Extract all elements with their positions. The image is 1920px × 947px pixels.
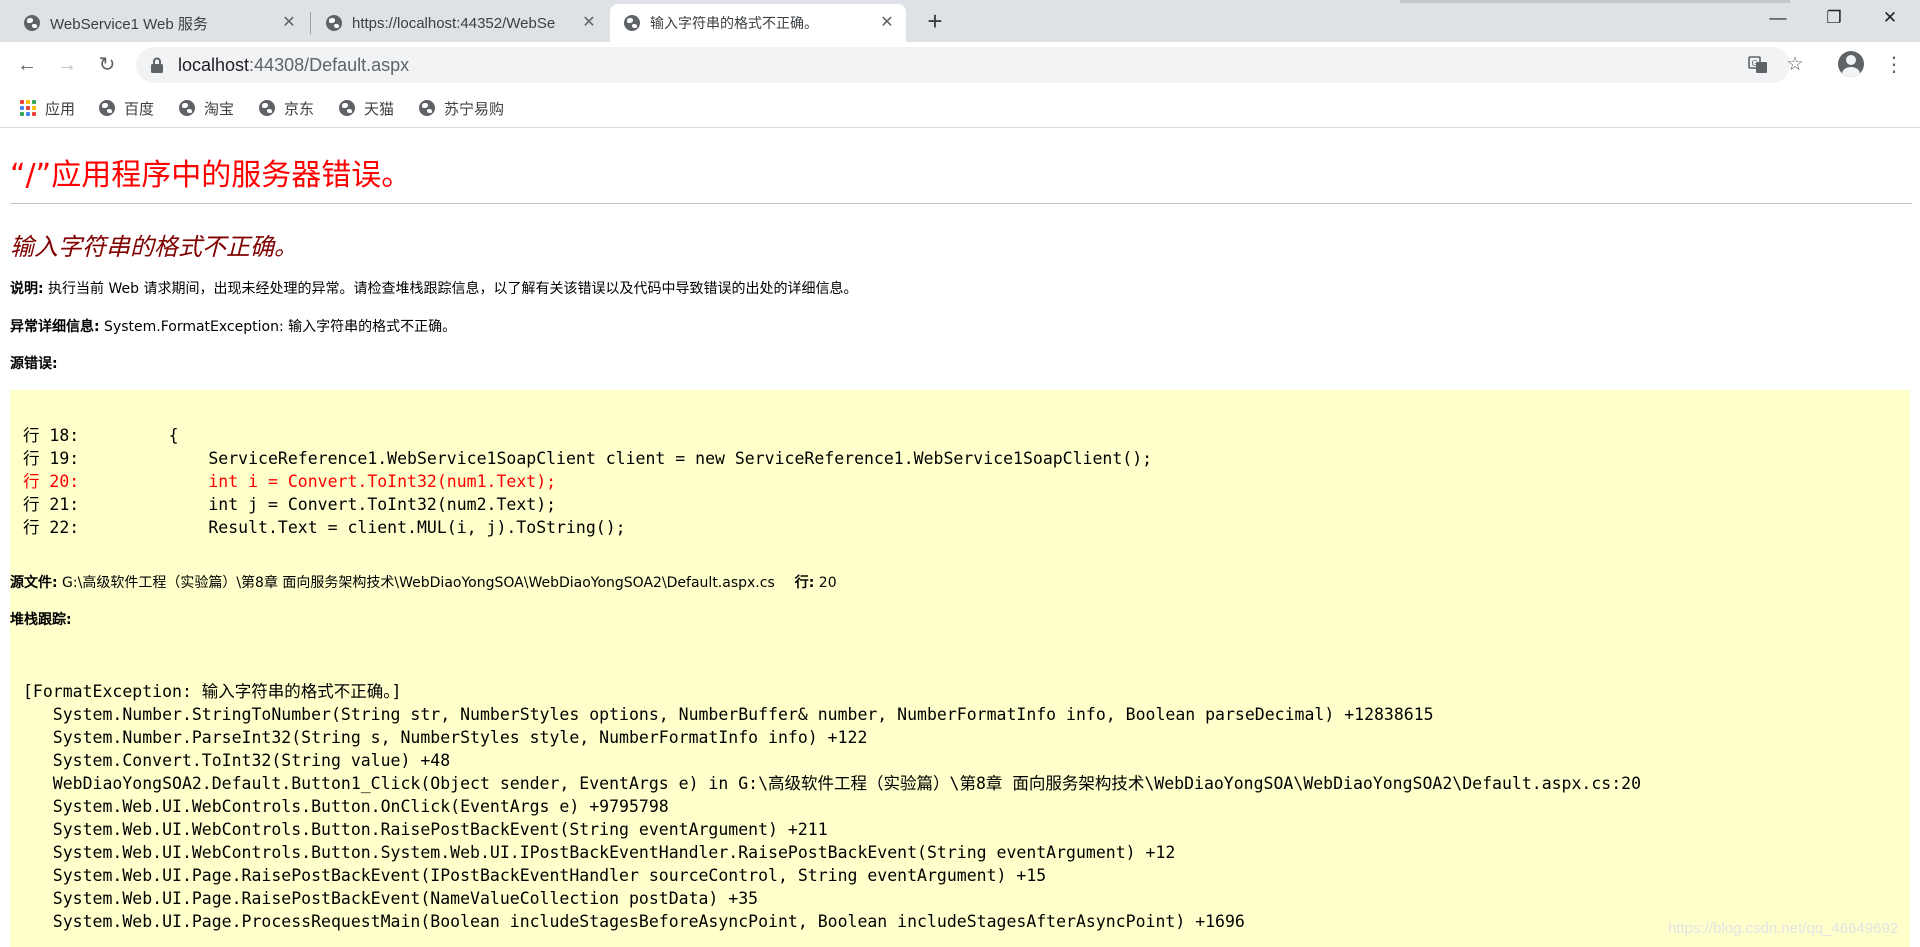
source-error-box: 行 18: { 行 19: ServiceReference1.WebServi… (10, 390, 1910, 680)
stack-trace-heading: 堆栈跟踪: (10, 609, 72, 629)
page-content: “/”应用程序中的服务器错误。 输入字符串的格式不正确。 说明: 执行当前 We… (0, 128, 1920, 947)
title-divider (10, 203, 1912, 204)
watermark: https://blog.csdn.net/qq_46649692 (1668, 920, 1899, 937)
maximize-button[interactable]: ❐ (1806, 0, 1862, 36)
globe-icon (624, 15, 640, 31)
bookmark-label: 应用 (45, 100, 76, 118)
stack-line: System.Web.UI.Page.RaisePostBackEvent(IP… (23, 866, 1047, 885)
stack-line: WebDiaoYongSOA2.Default.Button1_Click(Ob… (23, 774, 1642, 793)
tab-strip: WebService1 Web 服务 ✕ https://localhost:4… (0, 0, 1920, 42)
bookmark-label: 淘宝 (204, 100, 235, 118)
browser-toolbar: ← → ↻ localhost:44308/Default.aspx G ☆ ⋮ (0, 42, 1920, 87)
description-text: 执行当前 Web 请求期间，出现未经处理的异常。请检查堆栈跟踪信息，以了解有关该… (43, 281, 858, 297)
url-host: localhost (178, 55, 250, 75)
new-tab-button[interactable]: + (921, 8, 949, 36)
globe-icon (339, 100, 355, 116)
bookmark-baidu[interactable]: 百度 (99, 97, 154, 119)
source-error-heading: 源错误: (10, 353, 58, 373)
bookmark-jd[interactable]: 京东 (259, 97, 314, 119)
bookmark-label: 京东 (284, 100, 315, 118)
stack-line: System.Web.UI.Page.RaisePostBackEvent(Na… (23, 889, 759, 908)
close-window-button[interactable]: ✕ (1862, 0, 1918, 36)
lock-icon[interactable] (150, 57, 164, 73)
source-line-highlighted: 行 20: int i = Convert.ToInt32(num1.Text)… (23, 472, 557, 491)
url-text[interactable]: localhost:44308/Default.aspx (178, 55, 409, 76)
stack-line: System.Web.UI.Page.ProcessRequestMain(Bo… (23, 912, 1245, 931)
apps-grid-icon (20, 100, 36, 116)
bookmark-tmall[interactable]: 天猫 (339, 97, 394, 119)
url-path: :44308/Default.aspx (249, 55, 410, 75)
forward-button[interactable]: → (51, 49, 83, 81)
stack-line: [FormatException: 输入字符串的格式不正确。] (23, 682, 402, 701)
tab-title: WebService1 Web 服务 (50, 15, 208, 33)
source-file-line: 源文件: G:\高级软件工程（实验篇）\第8章 面向服务架构技术\WebDiao… (10, 572, 837, 592)
address-bar[interactable]: localhost:44308/Default.aspx G ☆ (136, 47, 1804, 83)
globe-icon (259, 100, 275, 116)
description-label: 说明: (10, 281, 44, 297)
bookmark-label: 天猫 (364, 100, 395, 118)
source-file-path: G:\高级软件工程（实验篇）\第8章 面向服务架构技术\WebDiaoYongS… (57, 575, 775, 591)
bookmark-label: 苏宁易购 (444, 100, 505, 118)
line-label: 行: (794, 575, 815, 591)
source-line: 行 18: { (23, 426, 179, 445)
close-icon[interactable]: ✕ (280, 14, 298, 32)
globe-icon (326, 15, 342, 31)
stack-trace-label: 堆栈跟踪: (10, 612, 72, 628)
tab-format-error[interactable]: 输入字符串的格式不正确。 ✕ (610, 4, 906, 42)
stack-trace-box: [FormatException: 输入字符串的格式不正确。] System.N… (10, 646, 1910, 947)
line-number: 20 (814, 575, 837, 591)
source-error-label: 源错误: (10, 356, 58, 372)
tab-title: 输入字符串的格式不正确。 (650, 15, 818, 31)
globe-icon (24, 15, 40, 31)
tab-webservice1[interactable]: WebService1 Web 服务 ✕ (10, 4, 308, 42)
exception-label: 异常详细信息: (10, 319, 100, 335)
page-title: “/”应用程序中的服务器错误。 (10, 158, 412, 193)
globe-icon (179, 100, 195, 116)
bookmark-apps[interactable]: 应用 (20, 97, 75, 119)
tab-localhost-44352[interactable]: https://localhost:44352/WebSe ✕ (312, 4, 608, 42)
bookmark-label: 百度 (124, 100, 155, 118)
stack-line: System.Number.ParseInt32(String s, Numbe… (23, 728, 868, 747)
bookmark-suning[interactable]: 苏宁易购 (419, 97, 504, 119)
tab-separator (310, 12, 311, 34)
minimize-button[interactable]: — (1750, 0, 1806, 36)
browser-menu-icon[interactable]: ⋮ (1882, 49, 1906, 81)
close-icon[interactable]: ✕ (580, 14, 598, 32)
back-button[interactable]: ← (11, 49, 43, 81)
error-subtitle: 输入字符串的格式不正确。 (10, 233, 298, 261)
profile-avatar-icon[interactable] (1838, 51, 1864, 77)
globe-icon (99, 100, 115, 116)
stack-line: System.Number.StringToNumber(String str,… (23, 705, 1434, 724)
window-edge-shadow (1400, 0, 1790, 3)
tab-title: https://localhost:44352/WebSe (352, 14, 556, 32)
source-line: 行 19: ServiceReference1.WebService1SoapC… (23, 449, 1153, 468)
stack-line: System.Convert.ToInt32(String value) +48 (23, 751, 451, 770)
svg-text:G: G (1752, 59, 1758, 68)
description-line: 说明: 执行当前 Web 请求期间，出现未经处理的异常。请检查堆栈跟踪信息，以了… (10, 278, 857, 298)
close-icon[interactable]: ✕ (878, 14, 896, 32)
bookmark-taobao[interactable]: 淘宝 (179, 97, 234, 119)
bookmark-star-icon[interactable]: ☆ (1783, 53, 1807, 77)
globe-icon (419, 100, 435, 116)
stack-line: System.Web.UI.WebControls.Button.OnClick… (23, 797, 669, 816)
reload-button[interactable]: ↻ (91, 49, 123, 81)
source-line: 行 21: int j = Convert.ToInt32(num2.Text)… (23, 495, 557, 514)
stack-line: System.Web.UI.WebControls.Button.System.… (23, 843, 1176, 862)
stack-line: System.Web.UI.WebControls.Button.RaisePo… (23, 820, 828, 839)
source-file-label: 源文件: (10, 575, 58, 591)
bookmarks-bar: 应用 百度 淘宝 京东 天猫 苏宁易购 (0, 87, 1920, 128)
exception-details-line: 异常详细信息: System.FormatException: 输入字符串的格式… (10, 316, 456, 336)
source-line: 行 22: Result.Text = client.MUL(i, j).ToS… (23, 518, 626, 537)
exception-text: System.FormatException: 输入字符串的格式不正确。 (99, 319, 457, 335)
